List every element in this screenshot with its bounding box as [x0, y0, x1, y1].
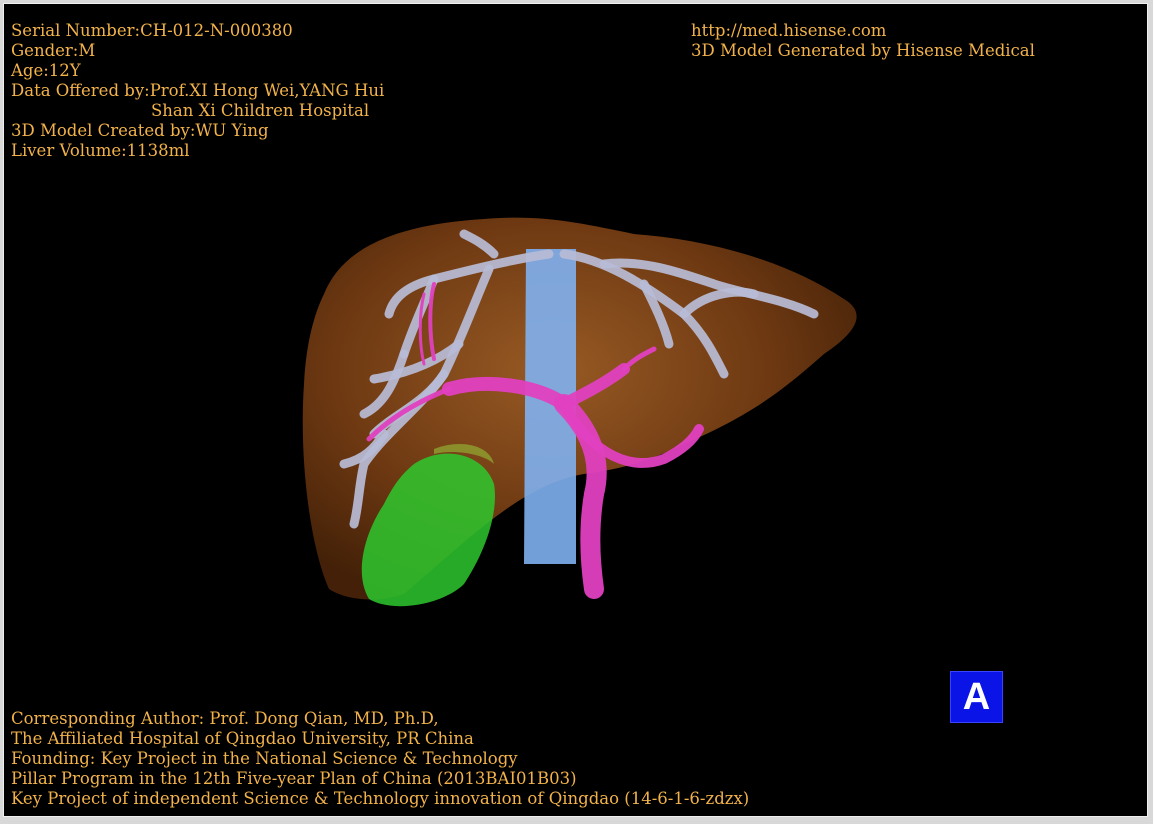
site-url[interactable]: http://med.hisense.com [691, 21, 1035, 41]
serial-number: Serial Number:CH-012-N-000380 [11, 21, 293, 40]
hospital-name: Shan Xi Children Hospital [151, 101, 370, 120]
credits: Corresponding Author: Prof. Dong Qian, M… [11, 709, 749, 809]
generated-by: 3D Model Generated by Hisense Medical [691, 41, 1035, 60]
site-info: http://med.hisense.com 3D Model Generate… [691, 21, 1035, 61]
view-label-badge: A [950, 671, 1003, 723]
gender: Gender:M [11, 41, 96, 60]
corresponding-author: Corresponding Author: Prof. Dong Qian, M… [11, 709, 439, 728]
liver-volume: Liver Volume:1138ml [11, 141, 190, 160]
liver-3d-model[interactable] [284, 204, 884, 614]
data-offered-by: Data Offered by:Prof.XI Hong Wei,YANG Hu… [11, 81, 385, 100]
liver-render[interactable] [284, 204, 884, 614]
affiliation: The Affiliated Hospital of Qingdao Unive… [11, 729, 474, 748]
patient-info: Serial Number:CH-012-N-000380 Gender:M A… [11, 21, 384, 161]
funding-line-2: Pillar Program in the 12th Five-year Pla… [11, 769, 577, 788]
funding-line-1: Founding: Key Project in the National Sc… [11, 749, 518, 768]
model-created-by: 3D Model Created by:WU Ying [11, 121, 269, 140]
age: Age:12Y [11, 61, 81, 80]
funding-line-3: Key Project of independent Science & Tec… [11, 789, 750, 808]
viewer-frame: Serial Number:CH-012-N-000380 Gender:M A… [3, 3, 1148, 817]
